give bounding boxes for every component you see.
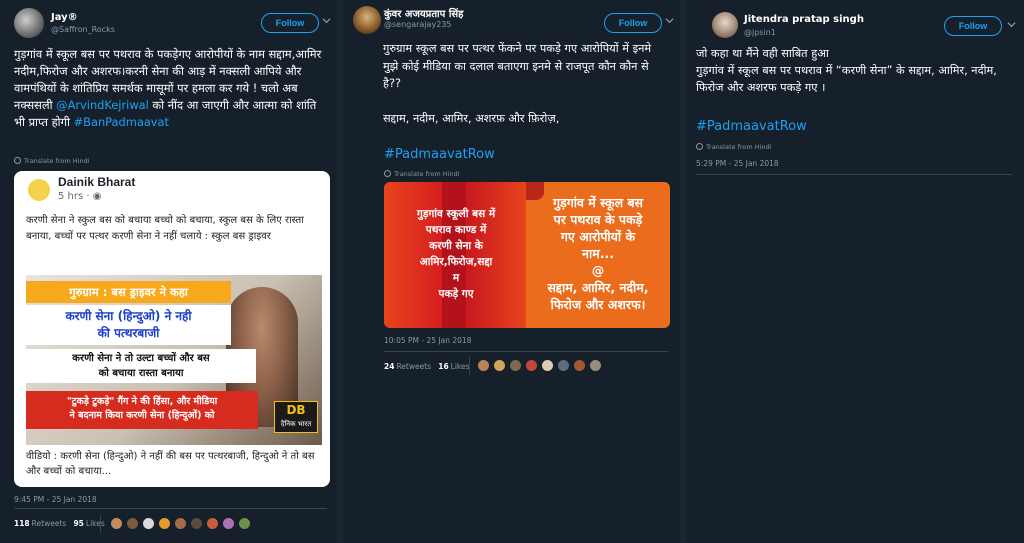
avatar[interactable] xyxy=(509,359,522,372)
avatar[interactable] xyxy=(589,359,602,372)
avatar[interactable] xyxy=(573,359,586,372)
timestamp[interactable]: 5:29 PM - 25 Jan 2018 xyxy=(696,159,779,168)
post-text: करणी सेना ने स्कुल बस को बचाया बच्चो को … xyxy=(26,215,304,242)
translate-link[interactable]: Translate from Hindi xyxy=(384,170,460,178)
user-handle[interactable]: @jpsin1 xyxy=(744,28,776,37)
likers-avatars[interactable] xyxy=(110,517,254,530)
divider xyxy=(384,351,668,352)
follow-button[interactable]: Follow xyxy=(944,16,1002,36)
timestamp[interactable]: 9:45 PM - 25 Jan 2018 xyxy=(14,495,97,504)
avatar[interactable] xyxy=(712,12,738,38)
post-time: 5 hrs · ◉ xyxy=(58,191,101,202)
stats-separator xyxy=(100,515,101,533)
hashtag-link[interactable]: #PadmaavatRow xyxy=(384,147,495,162)
translate-link[interactable]: Translate from Hindi xyxy=(696,143,772,151)
hashtag-link[interactable]: #BanPadmaavat xyxy=(74,115,169,129)
avatar[interactable] xyxy=(190,517,203,530)
retweet-count: 24 xyxy=(384,362,395,371)
tweet-card-3: Jitendra pratap singh @jpsin1 Follow जो … xyxy=(686,0,1024,543)
engagement-stats[interactable]: 118 Retweets 95 Likes xyxy=(14,519,105,528)
avatar[interactable] xyxy=(174,517,187,530)
avatar[interactable] xyxy=(353,6,381,34)
post-time-label: 5 hrs · xyxy=(58,191,93,202)
globe-icon xyxy=(696,143,703,150)
avatar[interactable] xyxy=(222,517,235,530)
like-count: 95 xyxy=(73,519,84,528)
display-name[interactable]: कुंवर अजयप्रताप सिंह xyxy=(384,6,463,20)
follow-button[interactable]: Follow xyxy=(261,13,319,33)
tweet-header: कुंवर अजयप्रताप सिंह @sengarajay235 Foll… xyxy=(353,6,674,42)
avatar[interactable] xyxy=(158,517,171,530)
like-label: Likes xyxy=(85,519,105,528)
globe-icon xyxy=(384,170,391,177)
user-handle[interactable]: @sengarajay235 xyxy=(384,20,451,29)
like-count: 16 xyxy=(438,362,449,371)
avatar[interactable] xyxy=(206,517,219,530)
globe-icon: ◉ xyxy=(92,191,102,202)
hashtag-link[interactable]: #PadmaavatRow xyxy=(696,119,807,134)
caption-headline: गुरुग्राम : बस ड्राइवर ने कहा xyxy=(26,281,231,303)
timestamp[interactable]: 10:05 PM - 25 Jan 2018 xyxy=(384,336,471,345)
mention-link[interactable]: @ArvindKejriwal xyxy=(56,98,149,112)
video-thumbnail: गुरुग्राम : बस ड्राइवर ने कहा करणी सेना … xyxy=(26,275,322,445)
avatar[interactable] xyxy=(525,359,538,372)
chevron-down-icon[interactable] xyxy=(322,16,331,25)
avatar[interactable] xyxy=(493,359,506,372)
tweet-card-2: कुंवर अजयप्रताप सिंह @sengarajay235 Foll… xyxy=(343,0,680,543)
avatar[interactable] xyxy=(557,359,570,372)
avatar[interactable] xyxy=(14,8,44,38)
avatar[interactable] xyxy=(110,517,123,530)
video-caption: वीडियो : करणी सेना (हिन्दुओ) ने नहीं की … xyxy=(26,451,315,477)
retweet-label: Retweets xyxy=(31,519,67,528)
avatar[interactable] xyxy=(126,517,139,530)
globe-icon xyxy=(14,157,21,164)
engagement-stats[interactable]: 24 Retweets 16 Likes xyxy=(384,362,470,371)
tweet-image[interactable]: गुड़गांव स्कूली बस में पथराव काण्ड में क… xyxy=(384,182,670,328)
follow-button[interactable]: Follow xyxy=(604,13,662,33)
tweet-text: जो कहा था मैंने वही साबित हुआ गुड़गांव म… xyxy=(696,47,997,94)
tweet-header: Jay® @Saffron_Rocks Follow xyxy=(14,8,331,42)
caption-claim: करणी सेना (हिन्दुओ) ने नही की पत्थरबाजी xyxy=(26,305,231,345)
tweet-text: गुड़गांव में स्कूल बस पर पथराव के पकड़ेग… xyxy=(14,46,325,131)
image-panel-left: गुड़गांव स्कूली बस में पथराव काण्ड में क… xyxy=(384,182,526,328)
page-name: Dainik Bharat xyxy=(58,175,136,189)
caption-detail: करणी सेना ने तो उल्टा बच्चों और बस को बच… xyxy=(26,349,256,383)
tweet-card-1: Jay® @Saffron_Rocks Follow गुड़गांव में … xyxy=(0,0,337,543)
tweet-text: गुरुग्राम स्कूल बस पर पत्थर फेंकने पर पक… xyxy=(383,42,652,125)
avatar[interactable] xyxy=(541,359,554,372)
panel-right-text: गुड़गांव में स्कूल बस पर पथराव के पकड़े … xyxy=(547,195,649,312)
chevron-down-icon[interactable] xyxy=(665,16,674,25)
embedded-screenshot[interactable]: Dainik Bharat 5 hrs · ◉ करणी सेना ने स्क… xyxy=(14,171,330,487)
channel-logo-sub: दैनिक भारत xyxy=(280,420,312,428)
avatar[interactable] xyxy=(238,517,251,530)
channel-logo-text: DB xyxy=(286,403,306,417)
stats-separator xyxy=(469,357,470,375)
page-logo xyxy=(26,177,52,203)
user-handle[interactable]: @Saffron_Rocks xyxy=(51,25,115,34)
translate-label: Translate from Hindi xyxy=(394,170,460,178)
divider xyxy=(696,174,1012,175)
translate-label: Translate from Hindi xyxy=(24,157,90,165)
display-name[interactable]: Jitendra pratap singh xyxy=(744,14,864,25)
tweet-header: Jitendra pratap singh @jpsin1 Follow xyxy=(700,8,1016,42)
caption-media: "टुकड़े टुकड़े" गैंग ने की हिंसा, और मीड… xyxy=(26,391,258,429)
avatar[interactable] xyxy=(142,517,155,530)
image-panel-right: गुड़गांव में स्कूल बस पर पथराव के पकड़े … xyxy=(526,182,670,328)
avatar[interactable] xyxy=(477,359,490,372)
retweet-label: Retweets xyxy=(396,362,432,371)
channel-logo: DB दैनिक भारत xyxy=(274,401,318,433)
translate-label: Translate from Hindi xyxy=(706,143,772,151)
translate-link[interactable]: Translate from Hindi xyxy=(14,157,90,165)
display-name[interactable]: Jay® xyxy=(51,12,78,23)
likers-avatars[interactable] xyxy=(477,359,605,372)
chevron-down-icon[interactable] xyxy=(1007,20,1016,29)
panel-left-text: गुड़गांव स्कूली बस में पथराव काण्ड में क… xyxy=(416,208,496,300)
like-label: Likes xyxy=(450,362,470,371)
divider xyxy=(14,508,327,509)
retweet-count: 118 xyxy=(14,519,30,528)
